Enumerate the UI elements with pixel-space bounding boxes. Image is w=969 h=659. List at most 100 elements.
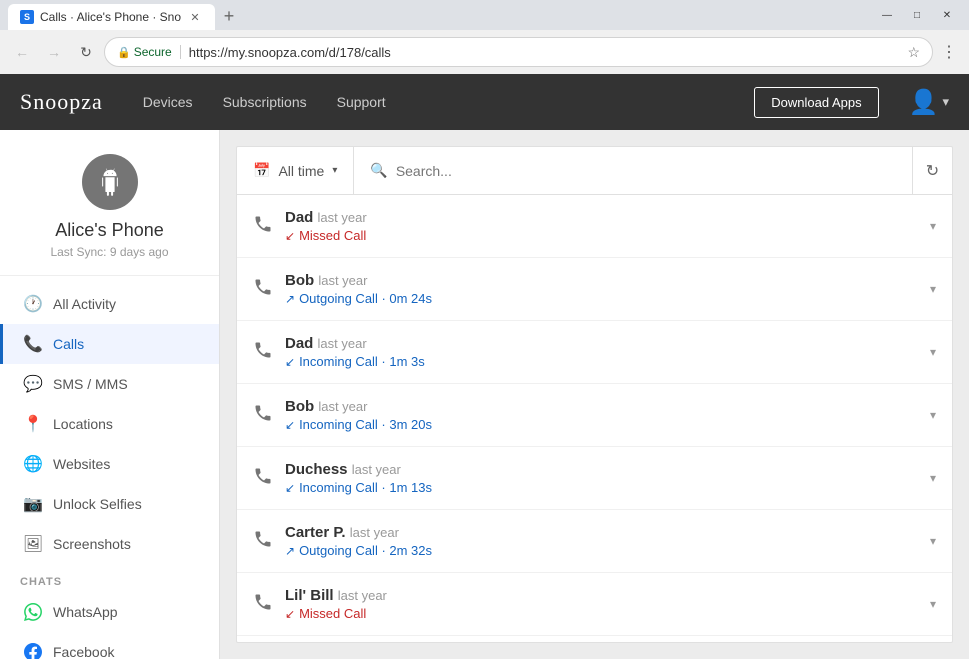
- call-details: Bob last year ↙ Incoming Call · 3m 20s: [285, 398, 918, 432]
- secure-indicator: 🔒 Secure: [117, 45, 172, 59]
- user-menu-button[interactable]: 👤 ▾: [909, 88, 949, 117]
- lock-icon: 🔒: [117, 46, 131, 59]
- time-filter-button[interactable]: 📅 All time ▾: [237, 147, 354, 194]
- call-details: Dad last year ↙ Missed Call: [285, 209, 918, 243]
- call-type: ↙ Missed Call: [285, 606, 918, 621]
- call-item[interactable]: Bob last year ↗ Outgoing Call · 0m 24s ▾: [237, 258, 952, 321]
- browser-menu-button[interactable]: ⋮: [937, 38, 961, 66]
- call-name: Dad last year: [285, 209, 918, 226]
- top-navigation: Snoopza Devices Subscriptions Support Do…: [0, 74, 969, 130]
- call-item[interactable]: Dad last year ↙ Incoming Call · 1m 3s ▾: [237, 321, 952, 384]
- maximize-button[interactable]: □: [903, 5, 931, 25]
- address-bar-row: ← → ↻ 🔒 Secure https://my.snoopza.com/d/…: [0, 30, 969, 74]
- close-button[interactable]: ✕: [933, 5, 961, 25]
- sidebar-item-screenshots[interactable]: 🖼 Screenshots: [0, 524, 219, 564]
- call-dropdown-arrow[interactable]: ▾: [930, 597, 936, 611]
- device-header: Alice's Phone Last Sync: 9 days ago: [0, 130, 219, 276]
- forward-button[interactable]: →: [40, 38, 68, 66]
- window-controls: — □ ✕: [873, 5, 961, 25]
- whatsapp-icon: [23, 602, 43, 622]
- sidebar-label-facebook: Facebook: [53, 644, 114, 659]
- sidebar-item-websites[interactable]: 🌐 Websites: [0, 444, 219, 484]
- device-sync: Last Sync: 9 days ago: [50, 245, 168, 259]
- clock-icon: 🕐: [23, 294, 43, 314]
- call-details: Bob last year ↗ Outgoing Call · 0m 24s: [285, 272, 918, 306]
- call-details: Duchess last year ↙ Incoming Call · 1m 1…: [285, 461, 918, 495]
- call-dropdown-arrow[interactable]: ▾: [930, 408, 936, 422]
- tab-favicon: S: [20, 10, 34, 24]
- call-dropdown-arrow[interactable]: ▾: [930, 345, 936, 359]
- url-divider: [180, 45, 181, 59]
- search-input[interactable]: [396, 163, 896, 179]
- call-item[interactable]: Dad last year ↙ Missed Call ▾: [237, 195, 952, 258]
- browser-tab[interactable]: S Calls · Alice's Phone · Sno ✕: [8, 4, 215, 30]
- user-dropdown-arrow: ▾: [942, 94, 949, 110]
- facebook-icon: [23, 642, 43, 659]
- sidebar: Alice's Phone Last Sync: 9 days ago 🕐 Al…: [0, 130, 220, 659]
- sidebar-label-whatsapp: WhatsApp: [53, 604, 118, 620]
- search-icon: 🔍: [370, 162, 387, 179]
- location-icon: 📍: [23, 414, 43, 434]
- sidebar-item-calls[interactable]: 📞 Calls: [0, 324, 219, 364]
- call-phone-icon: [253, 340, 273, 365]
- call-dropdown-arrow[interactable]: ▾: [930, 282, 936, 296]
- sidebar-nav: 🕐 All Activity 📞 Calls 💬 SMS / MMS 📍 Loc…: [0, 276, 219, 659]
- nav-subscriptions[interactable]: Subscriptions: [223, 90, 307, 114]
- call-phone-icon: [253, 592, 273, 617]
- call-dropdown-arrow[interactable]: ▾: [930, 219, 936, 233]
- tab-title: Calls · Alice's Phone · Sno: [40, 10, 181, 24]
- sidebar-item-facebook[interactable]: Facebook: [0, 632, 219, 659]
- sidebar-item-whatsapp[interactable]: WhatsApp: [0, 592, 219, 632]
- call-type: ↙ Incoming Call · 1m 13s: [285, 480, 918, 495]
- tab-area: S Calls · Alice's Phone · Sno ✕ +: [8, 0, 243, 30]
- search-area: 🔍: [354, 162, 912, 179]
- call-item[interactable]: Duchess last year ↙ Incoming Call · 1m 1…: [237, 447, 952, 510]
- call-type: ↗ Outgoing Call · 0m 24s: [285, 291, 918, 306]
- device-icon: [82, 154, 138, 210]
- refresh-button[interactable]: ↻: [912, 147, 952, 195]
- call-dropdown-arrow[interactable]: ▾: [930, 534, 936, 548]
- sidebar-item-locations[interactable]: 📍 Locations: [0, 404, 219, 444]
- new-tab-button[interactable]: +: [215, 2, 243, 30]
- content-area: Alice's Phone Last Sync: 9 days ago 🕐 Al…: [0, 130, 969, 659]
- call-dropdown-arrow[interactable]: ▾: [930, 471, 936, 485]
- url-text: https://my.snoopza.com/d/178/calls: [189, 45, 391, 60]
- call-item[interactable]: Carter P. last year ↗ Outgoing Call · 2m…: [237, 510, 952, 573]
- sidebar-item-unlock-selfies[interactable]: 📷 Unlock Selfies: [0, 484, 219, 524]
- main-content: 📅 All time ▾ 🔍 ↻: [220, 130, 969, 659]
- sidebar-item-sms-mms[interactable]: 💬 SMS / MMS: [0, 364, 219, 404]
- sidebar-label-locations: Locations: [53, 416, 113, 432]
- tab-close-button[interactable]: ✕: [187, 9, 203, 25]
- sidebar-label-websites: Websites: [53, 456, 110, 472]
- nav-support[interactable]: Support: [337, 90, 386, 114]
- back-button[interactable]: ←: [8, 38, 36, 66]
- call-type: ↙ Incoming Call · 3m 20s: [285, 417, 918, 432]
- nav-devices[interactable]: Devices: [143, 90, 193, 114]
- minimize-button[interactable]: —: [873, 5, 901, 25]
- app-container: Snoopza Devices Subscriptions Support Do…: [0, 74, 969, 659]
- sms-icon: 💬: [23, 374, 43, 394]
- call-item[interactable]: Lil' Bill last year ↙ Missed Call ▾: [237, 573, 952, 636]
- sidebar-label-screenshots: Screenshots: [53, 536, 131, 552]
- bookmark-icon[interactable]: ☆: [907, 44, 920, 61]
- screenshots-icon: 🖼: [23, 534, 43, 554]
- call-type: ↙ Incoming Call · 1m 3s: [285, 354, 918, 369]
- device-name: Alice's Phone: [55, 220, 164, 241]
- reload-button[interactable]: ↻: [72, 38, 100, 66]
- logo: Snoopza: [20, 89, 103, 115]
- calendar-icon: 📅: [253, 162, 270, 179]
- calls-toolbar: 📅 All time ▾ 🔍 ↻: [237, 147, 952, 195]
- download-apps-button[interactable]: Download Apps: [754, 87, 878, 118]
- call-item[interactable]: Bob last year ↙ Incoming Call · 3m 20s ▾: [237, 384, 952, 447]
- call-name: Carter P. last year: [285, 524, 918, 541]
- camera-icon: 📷: [23, 494, 43, 514]
- call-details: Carter P. last year ↗ Outgoing Call · 2m…: [285, 524, 918, 558]
- time-filter-arrow: ▾: [332, 165, 337, 176]
- call-name: Dad last year: [285, 335, 918, 352]
- phone-icon: 📞: [23, 334, 43, 354]
- android-icon: [94, 166, 126, 198]
- calls-list: Dad last year ↙ Missed Call ▾ Bob last y…: [237, 195, 952, 642]
- user-avatar-icon: 👤: [909, 88, 939, 117]
- address-bar[interactable]: 🔒 Secure https://my.snoopza.com/d/178/ca…: [104, 37, 933, 67]
- sidebar-item-all-activity[interactable]: 🕐 All Activity: [0, 284, 219, 324]
